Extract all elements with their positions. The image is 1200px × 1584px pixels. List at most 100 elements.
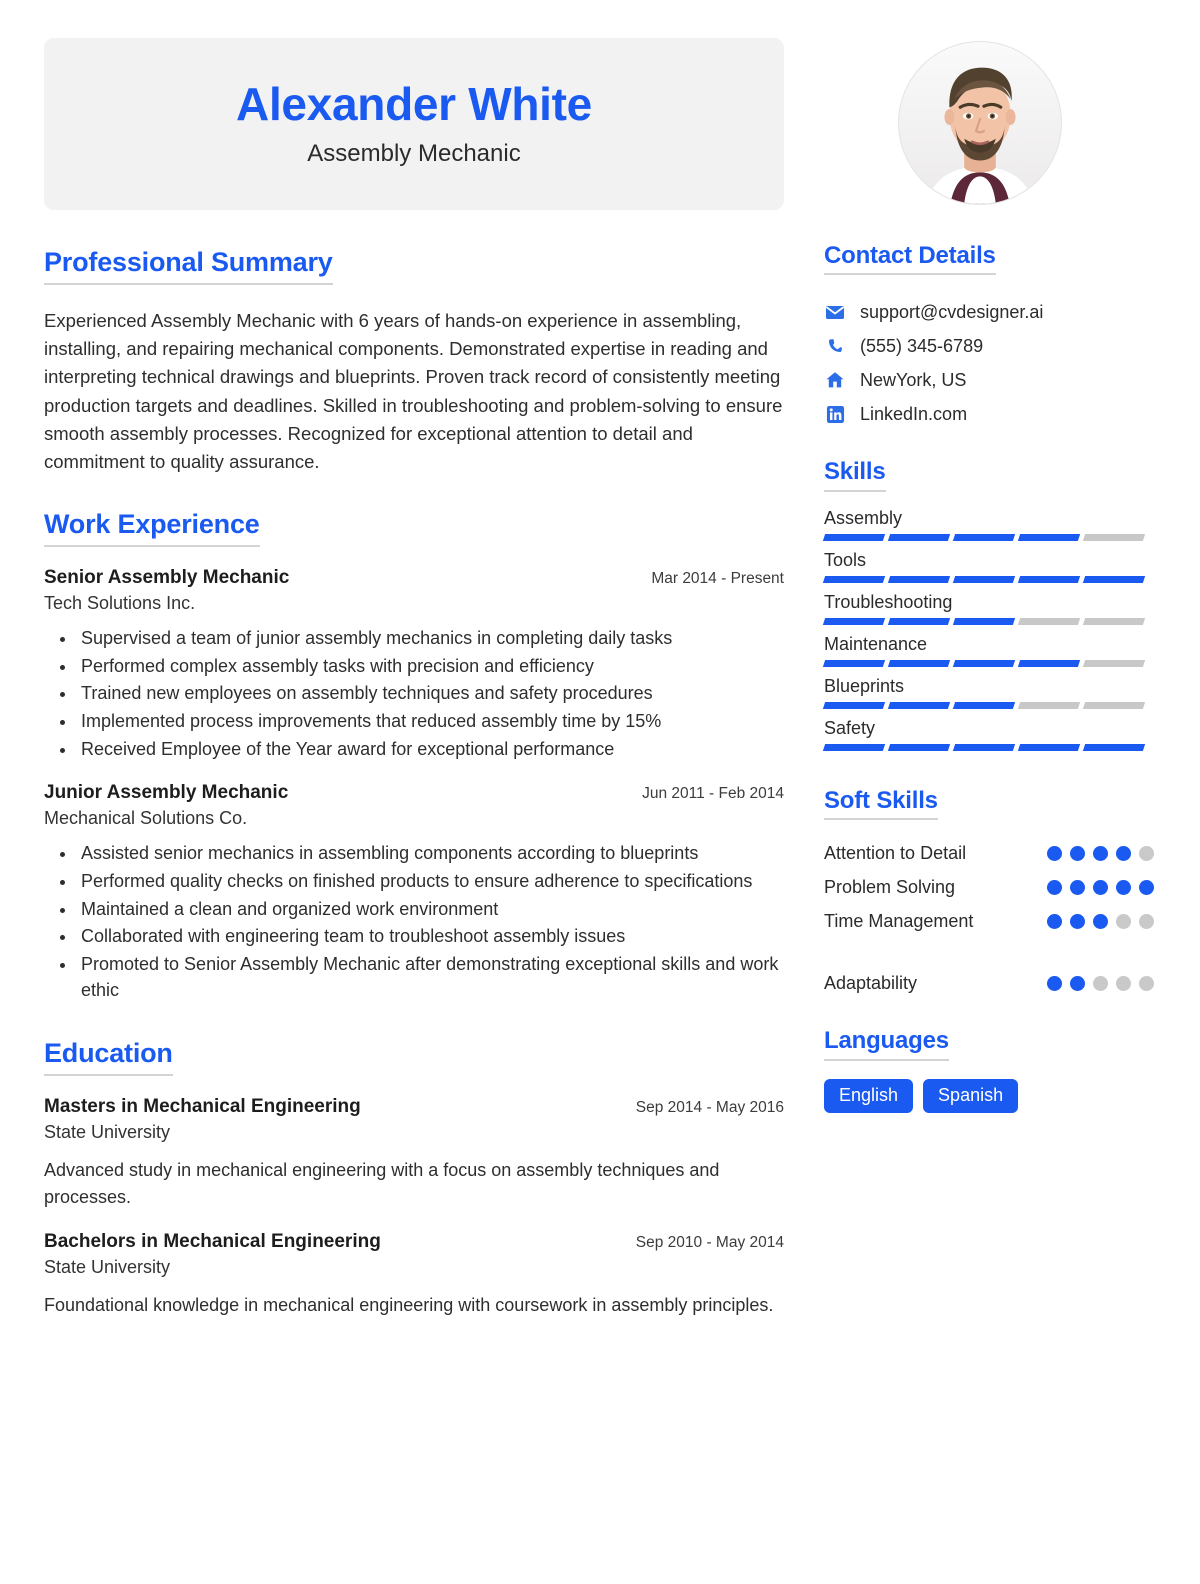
list-item: Received Employee of the Year award for …: [77, 736, 784, 763]
skill-bar-segment: [822, 533, 886, 541]
skill-bar-segment: [952, 659, 1016, 667]
resume-page: Alexander White Assembly Mechanic Profes…: [0, 0, 1200, 1584]
skill-bar-segment: [1082, 575, 1146, 583]
skill-bar-segment: [822, 575, 886, 583]
rating-dot: [1116, 879, 1131, 895]
envelope-icon: [824, 301, 846, 323]
section-heading-soft-skills: Soft Skills: [824, 787, 938, 821]
soft-skill-label: Adaptability: [824, 972, 918, 993]
experience-bullet-list: Supervised a team of junior assembly mec…: [44, 625, 784, 762]
list-item: Performed quality checks on finished pro…: [77, 868, 784, 895]
skill-bar-segment: [952, 743, 1016, 751]
contact-item-phone[interactable]: (555) 345-6789: [824, 329, 1154, 363]
rating-dot: [1139, 975, 1154, 991]
soft-skill-item: Time Management: [824, 904, 1154, 938]
experience-date-range: Jun 2011 - Feb 2014: [642, 785, 784, 803]
skill-bar-segment: [1017, 533, 1081, 541]
education-description: Foundational knowledge in mechanical eng…: [44, 1294, 774, 1315]
section-heading-skills: Skills: [824, 459, 886, 492]
soft-skill-label: Attention to Detail: [824, 842, 967, 863]
skill-bar-segment: [822, 617, 886, 625]
experience-company: Tech Solutions Inc.: [44, 593, 196, 614]
soft-skill-label: Time Management: [824, 910, 974, 931]
list-item: Implemented process improvements that re…: [77, 708, 784, 735]
rating-dot: [1047, 975, 1062, 991]
skill-item: Troubleshooting: [822, 591, 1154, 625]
skill-bar-segment: [952, 533, 1016, 541]
skill-bar-segment: [822, 743, 886, 751]
skill-label: Safety: [824, 717, 876, 738]
section-skills: Skills Assembly Tools Troubleshooting Ma…: [822, 459, 1154, 751]
name-card: Alexander White Assembly Mechanic: [44, 38, 784, 210]
experience-entry-header: Senior Assembly Mechanic Mar 2014 - Pres…: [44, 567, 784, 589]
rating-dot: [1139, 845, 1154, 861]
rating-dot: [1139, 913, 1154, 929]
skill-item: Blueprints: [822, 675, 1154, 709]
list-item: Performed complex assembly tasks with pr…: [77, 653, 784, 680]
education-entry-header: Masters in Mechanical Engineering Sep 20…: [44, 1096, 784, 1118]
skill-bar-segment: [887, 743, 951, 751]
skill-level-bar: [822, 575, 1154, 583]
rating-dot: [1070, 879, 1085, 895]
skill-bar-segment: [887, 659, 951, 667]
soft-skill-item: Attention to Detail: [824, 836, 1154, 870]
experience-date-range: Mar 2014 - Present: [651, 570, 784, 588]
soft-skill-rating: [1047, 913, 1154, 929]
skill-bar-segment: [1082, 701, 1146, 709]
skill-label: Maintenance: [824, 633, 928, 654]
contact-linkedin-value: LinkedIn.com: [860, 403, 968, 424]
skill-bar-segment: [952, 575, 1016, 583]
skill-bar-segment: [887, 617, 951, 625]
list-item: Maintained a clean and organized work en…: [77, 896, 784, 923]
education-school: State University: [44, 1256, 171, 1277]
section-heading-education: Education: [44, 1038, 173, 1076]
skill-bar-segment: [1017, 701, 1081, 709]
contact-phone-value: (555) 345-6789: [860, 335, 984, 356]
soft-skill-item: Problem Solving: [824, 870, 1154, 904]
skill-bar-segment: [822, 659, 886, 667]
experience-company: Mechanical Solutions Co.: [44, 808, 248, 829]
contact-item-linkedin[interactable]: LinkedIn.com: [824, 397, 1154, 431]
skill-bar-segment: [952, 617, 1016, 625]
job-title: Assembly Mechanic: [307, 140, 521, 168]
skill-item: Tools: [822, 550, 1154, 583]
skill-bar-segment: [1017, 575, 1081, 583]
rating-dot: [1139, 879, 1154, 895]
skill-label: Troubleshooting: [824, 591, 953, 612]
skill-bar-segment: [887, 533, 951, 541]
contact-item-email[interactable]: support@cvdesigner.ai: [824, 295, 1154, 329]
rating-dot: [1116, 975, 1131, 991]
soft-skill-item: Adaptability: [824, 966, 1154, 1000]
list-item: Assisted senior mechanics in assembling …: [77, 840, 784, 867]
linkedin-icon: [824, 403, 846, 425]
avatar: [898, 41, 1062, 205]
rating-dot: [1047, 845, 1062, 861]
skill-bar-segment: [1017, 743, 1081, 751]
skill-level-bar: [822, 701, 1154, 709]
skill-bar-segment: [1082, 533, 1146, 541]
resume-header: Alexander White Assembly Mechanic: [0, 38, 1200, 214]
experience-entry-header: Junior Assembly Mechanic Jun 2011 - Feb …: [44, 782, 784, 804]
skill-item: Safety: [822, 717, 1154, 751]
section-professional-summary: Professional Summary Experienced Assembl…: [44, 247, 784, 476]
contact-list: support@cvdesigner.ai (555) 345-6789 New…: [824, 295, 1154, 431]
section-education: Education Masters in Mechanical Engineer…: [44, 1038, 784, 1319]
soft-skills-list: Attention to Detail Problem Solving Time…: [824, 836, 1154, 1000]
language-chip: English: [824, 1078, 914, 1114]
education-degree: Masters in Mechanical Engineering: [44, 1095, 361, 1117]
list-item: Collaborated with engineering team to tr…: [77, 923, 784, 950]
experience-entry: Junior Assembly Mechanic Jun 2011 - Feb …: [44, 782, 784, 1004]
section-work-experience: Work Experience Senior Assembly Mechanic…: [44, 510, 784, 1004]
skill-label: Blueprints: [824, 675, 905, 696]
list-item: Supervised a team of junior assembly mec…: [77, 625, 784, 652]
skill-bar-segment: [887, 575, 951, 583]
experience-job-title: Junior Assembly Mechanic: [44, 782, 289, 804]
skill-item: Assembly: [822, 508, 1154, 541]
experience-bullet-list: Assisted senior mechanics in assembling …: [44, 840, 784, 1004]
experience-entry: Senior Assembly Mechanic Mar 2014 - Pres…: [44, 567, 784, 762]
education-date-range: Sep 2010 - May 2014: [635, 1233, 784, 1251]
section-heading-contact: Contact Details: [824, 242, 996, 276]
section-heading-experience: Work Experience: [44, 510, 260, 548]
experience-list: Senior Assembly Mechanic Mar 2014 - Pres…: [44, 567, 784, 1004]
contact-item-location[interactable]: NewYork, US: [824, 363, 1154, 397]
